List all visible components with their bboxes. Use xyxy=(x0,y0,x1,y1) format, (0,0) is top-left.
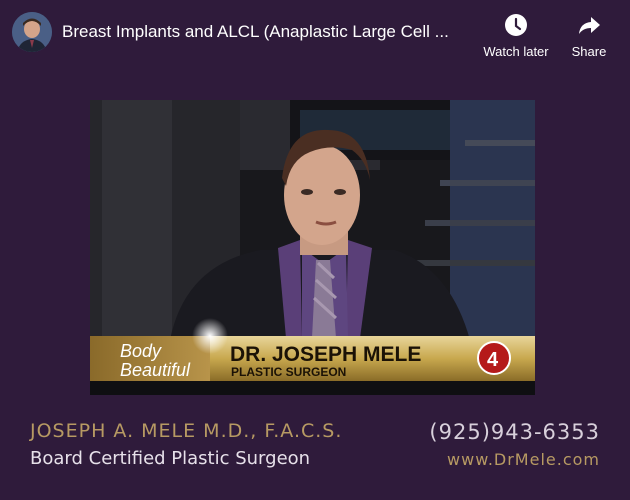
show-logo-line2: Beautiful xyxy=(120,360,191,380)
watch-later-button[interactable]: Watch later xyxy=(478,12,554,59)
video-player[interactable]: Body Beautiful DR. JOSEPH MELE PLASTIC S… xyxy=(90,100,535,395)
video-header: Breast Implants and ALCL (Anaplastic Lar… xyxy=(0,0,630,70)
share-button[interactable]: Share xyxy=(566,12,612,59)
watch-later-label: Watch later xyxy=(483,44,549,59)
speaker-role: PLASTIC SURGEON xyxy=(231,365,346,379)
doctor-subtitle: Board Certified Plastic Surgeon xyxy=(30,448,311,469)
channel-avatar[interactable] xyxy=(12,12,52,52)
video-frame: Body Beautiful DR. JOSEPH MELE PLASTIC S… xyxy=(90,100,535,395)
clock-icon xyxy=(505,14,527,36)
share-label: Share xyxy=(571,44,607,59)
show-logo-line1: Body xyxy=(120,341,162,361)
video-title[interactable]: Breast Implants and ALCL (Anaplastic Lar… xyxy=(62,22,482,42)
share-arrow-icon xyxy=(579,17,600,34)
doctor-credentials: JOSEPH A. MELE M.D., F.A.C.S. xyxy=(30,420,343,442)
channel-number: 4 xyxy=(487,349,499,371)
speaker-name: DR. JOSEPH MELE xyxy=(230,343,421,366)
contact-footer: JOSEPH A. MELE M.D., F.A.C.S. Board Cert… xyxy=(30,420,610,480)
avatar-image xyxy=(12,12,52,52)
website-url: www.DrMele.com xyxy=(447,450,600,469)
phone-number: (925)943-6353 xyxy=(429,420,600,444)
